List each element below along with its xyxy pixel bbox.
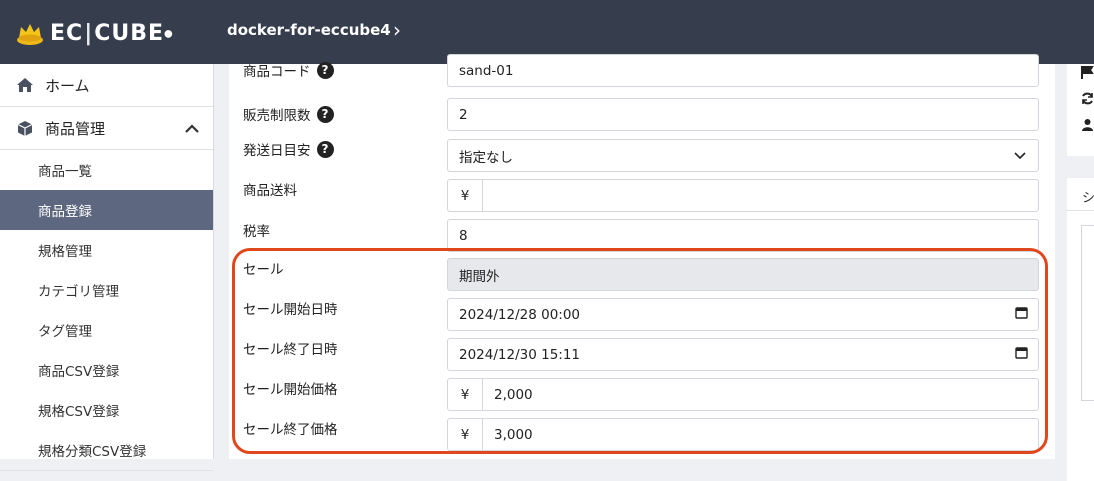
chevron-right-icon[interactable]: › [393,18,401,42]
form-row-product-code: 商品コード ? sand-01 [229,54,1055,93]
sale-end-label: セール終了日時 [243,342,338,358]
product-code-input[interactable]: sand-01 [447,54,1039,87]
refresh-icon[interactable] [1081,92,1094,105]
user-icon[interactable] [1081,118,1094,131]
sidebar-item-class-category-csv[interactable]: 規格分類CSV登録 [0,430,213,470]
sale-start-datetime-input[interactable]: 2024/12/28 00:00 [447,298,1039,331]
form-row-sale-limit: 販売制限数 ? 2 [229,98,1055,131]
sidebar-item-class-manage[interactable]: 規格管理 [0,230,213,270]
home-icon [15,75,35,95]
form-row-shipping-fee: 商品送料 ¥ [229,178,1055,212]
form-row-sale-end: セール終了日時 2024/12/30 15:11 [229,338,1055,371]
currency-prefix: ¥ [448,419,483,450]
form-row-sale-start: セール開始日時 2024/12/28 00:00 [229,298,1055,331]
form-row-tax-rate: 税率 8 [229,218,1055,252]
crown-icon [17,24,43,45]
tax-rate-input[interactable]: 8 [447,219,1039,252]
tax-rate-label: 税率 [243,224,270,240]
sidebar-item-class-csv[interactable]: 規格CSV登録 [0,390,213,430]
right-panel-card: シ [1067,178,1094,481]
shipping-fee-label: 商品送料 [243,183,297,199]
sidebar-item-product-register[interactable]: 商品登録 [0,190,213,230]
sidebar-group-product: 商品管理 商品一覧 商品登録 規格管理 カテゴリ管理 タグ管理 商品CSV登録 … [0,107,213,471]
sidebar-item-category-manage[interactable]: カテゴリ管理 [0,270,213,310]
eccube-logo[interactable]: EC|CUBE● [16,18,174,48]
sidebar-item-home[interactable]: ホーム [0,64,213,107]
sidebar-item-label: ホーム [45,76,90,95]
sidebar: ホーム 商品管理 商品一覧 商品登録 規格管理 カテゴリ管理 タグ管理 商品CS… [0,64,214,471]
sidebar-item-product-csv[interactable]: 商品CSV登録 [0,350,213,390]
product-code-label: 商品コード [243,64,311,80]
cube-icon [15,118,35,138]
sale-label: セール [243,262,284,278]
right-panel: シ [1067,64,1094,481]
form-row-delivery: 発送日目安 ? 指定なし [229,138,1055,172]
right-panel-actions-card [1067,64,1094,156]
product-form-card: 商品コード ? sand-01 販売制限数 ? 2 発送日目安 ? 指定なし 商… [229,54,1055,459]
calendar-icon[interactable] [1015,346,1028,363]
currency-prefix: ¥ [448,180,483,211]
sidebar-item-product[interactable]: 商品管理 [0,107,213,150]
sidebar-item-tag-manage[interactable]: タグ管理 [0,310,213,350]
sale-limit-label: 販売制限数 [243,108,311,124]
chevron-up-icon[interactable] [185,119,199,137]
logo-main-text: EC [50,20,84,46]
help-icon[interactable]: ? [316,105,334,123]
shop-name-link[interactable]: docker-for-eccube4 [227,21,391,39]
sidebar-item-product-list[interactable]: 商品一覧 [0,150,213,190]
shipping-fee-input[interactable]: ¥ [447,179,1039,212]
form-row-sale-end-price: セール終了価格 ¥ 3,000 [229,418,1055,451]
help-icon[interactable]: ? [316,140,334,158]
logo-sub-text: CUBE [94,20,165,46]
help-icon[interactable]: ? [316,61,334,79]
sale-end-price-input[interactable]: ¥ 3,000 [447,418,1039,451]
delivery-label: 発送日目安 [243,143,311,159]
sale-end-datetime-input[interactable]: 2024/12/30 15:11 [447,338,1039,371]
sidebar-item-label: 商品管理 [45,119,106,138]
form-row-sale-start-price: セール開始価格 ¥ 2,000 [229,378,1055,411]
flag-icon[interactable] [1081,66,1094,79]
calendar-icon[interactable] [1015,306,1028,323]
sale-limit-input[interactable]: 2 [447,98,1039,131]
sale-status-field: 期間外 [447,258,1039,291]
right-panel-title: シ [1082,191,1094,206]
form-row-sale: セール 期間外 [229,258,1055,291]
delivery-select[interactable]: 指定なし [447,139,1039,172]
sale-start-price-label: セール開始価格 [243,382,338,398]
currency-prefix: ¥ [448,379,483,410]
sale-start-price-input[interactable]: ¥ 2,000 [447,378,1039,411]
sale-end-price-label: セール終了価格 [243,422,338,438]
chevron-down-icon [1014,148,1026,164]
right-panel-textarea[interactable] [1081,225,1094,401]
sale-start-label: セール開始日時 [243,302,338,318]
